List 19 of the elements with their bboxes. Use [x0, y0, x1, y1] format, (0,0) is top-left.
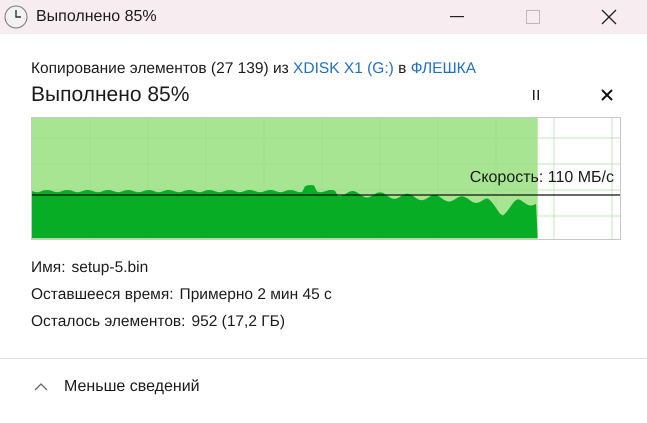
- detail-value: setup-5.bin: [72, 259, 148, 277]
- minimize-icon: [450, 16, 464, 18]
- detail-label: Осталось элементов:: [31, 313, 186, 331]
- source-link[interactable]: XDISK X1 (G:): [293, 60, 394, 77]
- progress-title: Выполнено 85%: [31, 83, 190, 107]
- window-title: Выполнено 85%: [36, 8, 158, 26]
- details-toggle[interactable]: Меньше сведений: [34, 378, 200, 396]
- speed-label: Скорость: 110 МБ/с: [470, 169, 614, 187]
- copy-description: Копирование элементов (27 139) из XDISK X1 (G:) в ФЛЕШКА: [31, 60, 478, 78]
- detail-value: 952 (17,2 ГБ): [191, 313, 286, 331]
- maximize-icon: [526, 10, 540, 24]
- destination-link[interactable]: ФЛЕШКА: [410, 60, 476, 77]
- pause-icon: [531, 89, 541, 101]
- close-icon: [601, 89, 613, 101]
- detail-label: Имя:: [31, 259, 66, 277]
- detail-label: Оставшееся время:: [31, 286, 174, 304]
- detail-value: Примерно 2 мин 45 с: [180, 286, 332, 304]
- close-icon: [601, 9, 617, 25]
- clock-icon: [4, 5, 28, 29]
